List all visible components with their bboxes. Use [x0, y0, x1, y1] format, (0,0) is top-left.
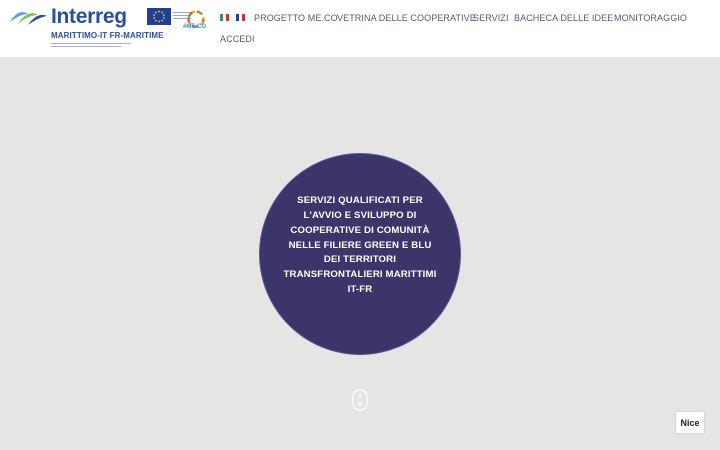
site-header: Interreg MARITTIMO-IT FR-MARITIME #ME.CO… — [0, 0, 720, 58]
nav-item-accedi[interactable]: ACCEDI — [220, 34, 255, 44]
hero-text: SERVIZI QUALIFICATI PER L'AVVIO E SVILUP… — [283, 195, 437, 295]
italy-flag-icon[interactable] — [220, 14, 229, 21]
interreg-logo[interactable]: Interreg MARITTIMO-IT FR-MARITIME — [8, 5, 191, 54]
hero-circle: SERVIZI QUALIFICATI PER L'AVVIO E SVILUP… — [260, 154, 460, 354]
interreg-wordmark: Interreg — [51, 5, 127, 28]
scroll-mouse-icon[interactable] — [352, 389, 368, 411]
meco-logo-text: #ME.CO — [183, 24, 207, 30]
eu-flag-icon — [147, 8, 171, 25]
nav-item-progetto[interactable]: PROGETTO ME.CO — [254, 13, 338, 23]
interreg-swoosh-icon — [10, 12, 47, 25]
nav-item-vetrina[interactable]: VETRINA DELLE COOPERATIVE — [337, 13, 476, 23]
nav-item-bacheca[interactable]: BACHECA DELLE IDEE — [514, 13, 613, 23]
program-name: MARITTIMO-IT FR-MARITIME — [51, 31, 164, 40]
france-flag-icon[interactable] — [236, 14, 245, 21]
nav-item-servizi[interactable]: SERVIZI — [473, 13, 509, 23]
nav-item-monitoraggio[interactable]: MONITORAGGIO — [614, 13, 687, 23]
meco-logo-icon[interactable] — [184, 8, 208, 34]
map-label-nice: Nice — [676, 412, 704, 433]
logo-fine-print — [51, 43, 131, 49]
